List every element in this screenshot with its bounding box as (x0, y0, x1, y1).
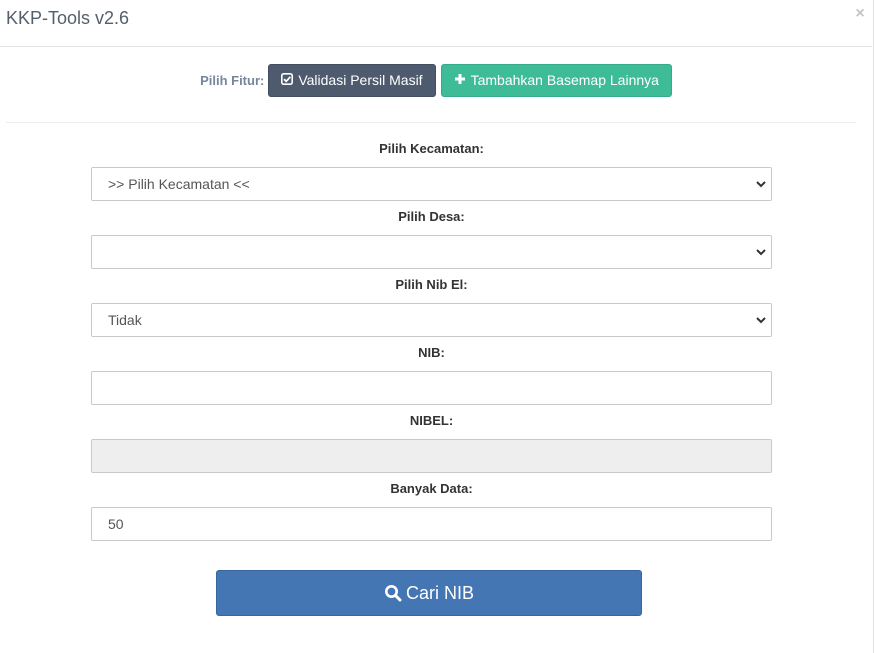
nib-label: NIB: (418, 345, 445, 360)
nib-el-selected-value: Tidak (108, 312, 142, 328)
cari-nib-button[interactable]: Cari NIB (216, 570, 642, 616)
desa-label: Pilih Desa: (398, 209, 465, 224)
kkp-tools-modal: KKP-Tools v2.6 × Pilih Fitur: Validasi P… (0, 0, 874, 653)
nib-group: NIB: (91, 344, 772, 412)
nib-el-group: Pilih Nib El: Tidak (91, 276, 772, 344)
chevron-down-icon (756, 249, 766, 256)
divider (6, 122, 856, 123)
modal-title: KKP-Tools v2.6 (6, 8, 130, 28)
plus-icon (454, 72, 466, 88)
banyak-data-group: Banyak Data: 50 (91, 480, 772, 548)
validasi-persil-masif-button[interactable]: Validasi Persil Masif (268, 63, 436, 97)
search-form: Pilih Kecamatan: >> Pilih Kecamatan << P… (91, 140, 772, 548)
desa-group: Pilih Desa: (91, 208, 772, 276)
nibel-group: NIBEL: (91, 412, 772, 480)
check-square-icon (281, 72, 294, 88)
nib-el-select[interactable]: Tidak (91, 303, 772, 337)
cari-nib-label: Cari NIB (405, 582, 474, 603)
chevron-down-icon (756, 181, 766, 188)
kecamatan-selected-value: >> Pilih Kecamatan << (108, 176, 250, 192)
search-icon (384, 585, 402, 602)
kecamatan-group: Pilih Kecamatan: >> Pilih Kecamatan << (91, 140, 772, 208)
nib-input[interactable] (91, 371, 772, 405)
modal-header: KKP-Tools v2.6 × (0, 0, 872, 47)
close-icon[interactable]: × (852, 6, 868, 22)
banyak-data-input[interactable]: 50 (91, 507, 772, 541)
tambahkan-basemap-button[interactable]: Tambahkan Basemap Lainnya (440, 63, 672, 97)
validasi-persil-masif-label: Validasi Persil Masif (298, 72, 423, 88)
kecamatan-label: Pilih Kecamatan: (379, 141, 484, 156)
feature-selector: Pilih Fitur: Validasi Persil Masif Tamba… (0, 63, 872, 97)
banyak-data-value: 50 (108, 516, 124, 532)
feature-label: Pilih Fitur: (200, 72, 265, 88)
nibel-label: NIBEL: (409, 413, 454, 428)
nib-el-label: Pilih Nib El: (395, 277, 468, 292)
kecamatan-select[interactable]: >> Pilih Kecamatan << (91, 167, 772, 201)
banyak-data-label: Banyak Data: (390, 481, 473, 496)
tambahkan-basemap-label: Tambahkan Basemap Lainnya (470, 72, 659, 88)
desa-select[interactable] (91, 235, 772, 269)
nibel-input (91, 439, 772, 473)
chevron-down-icon (756, 317, 766, 324)
